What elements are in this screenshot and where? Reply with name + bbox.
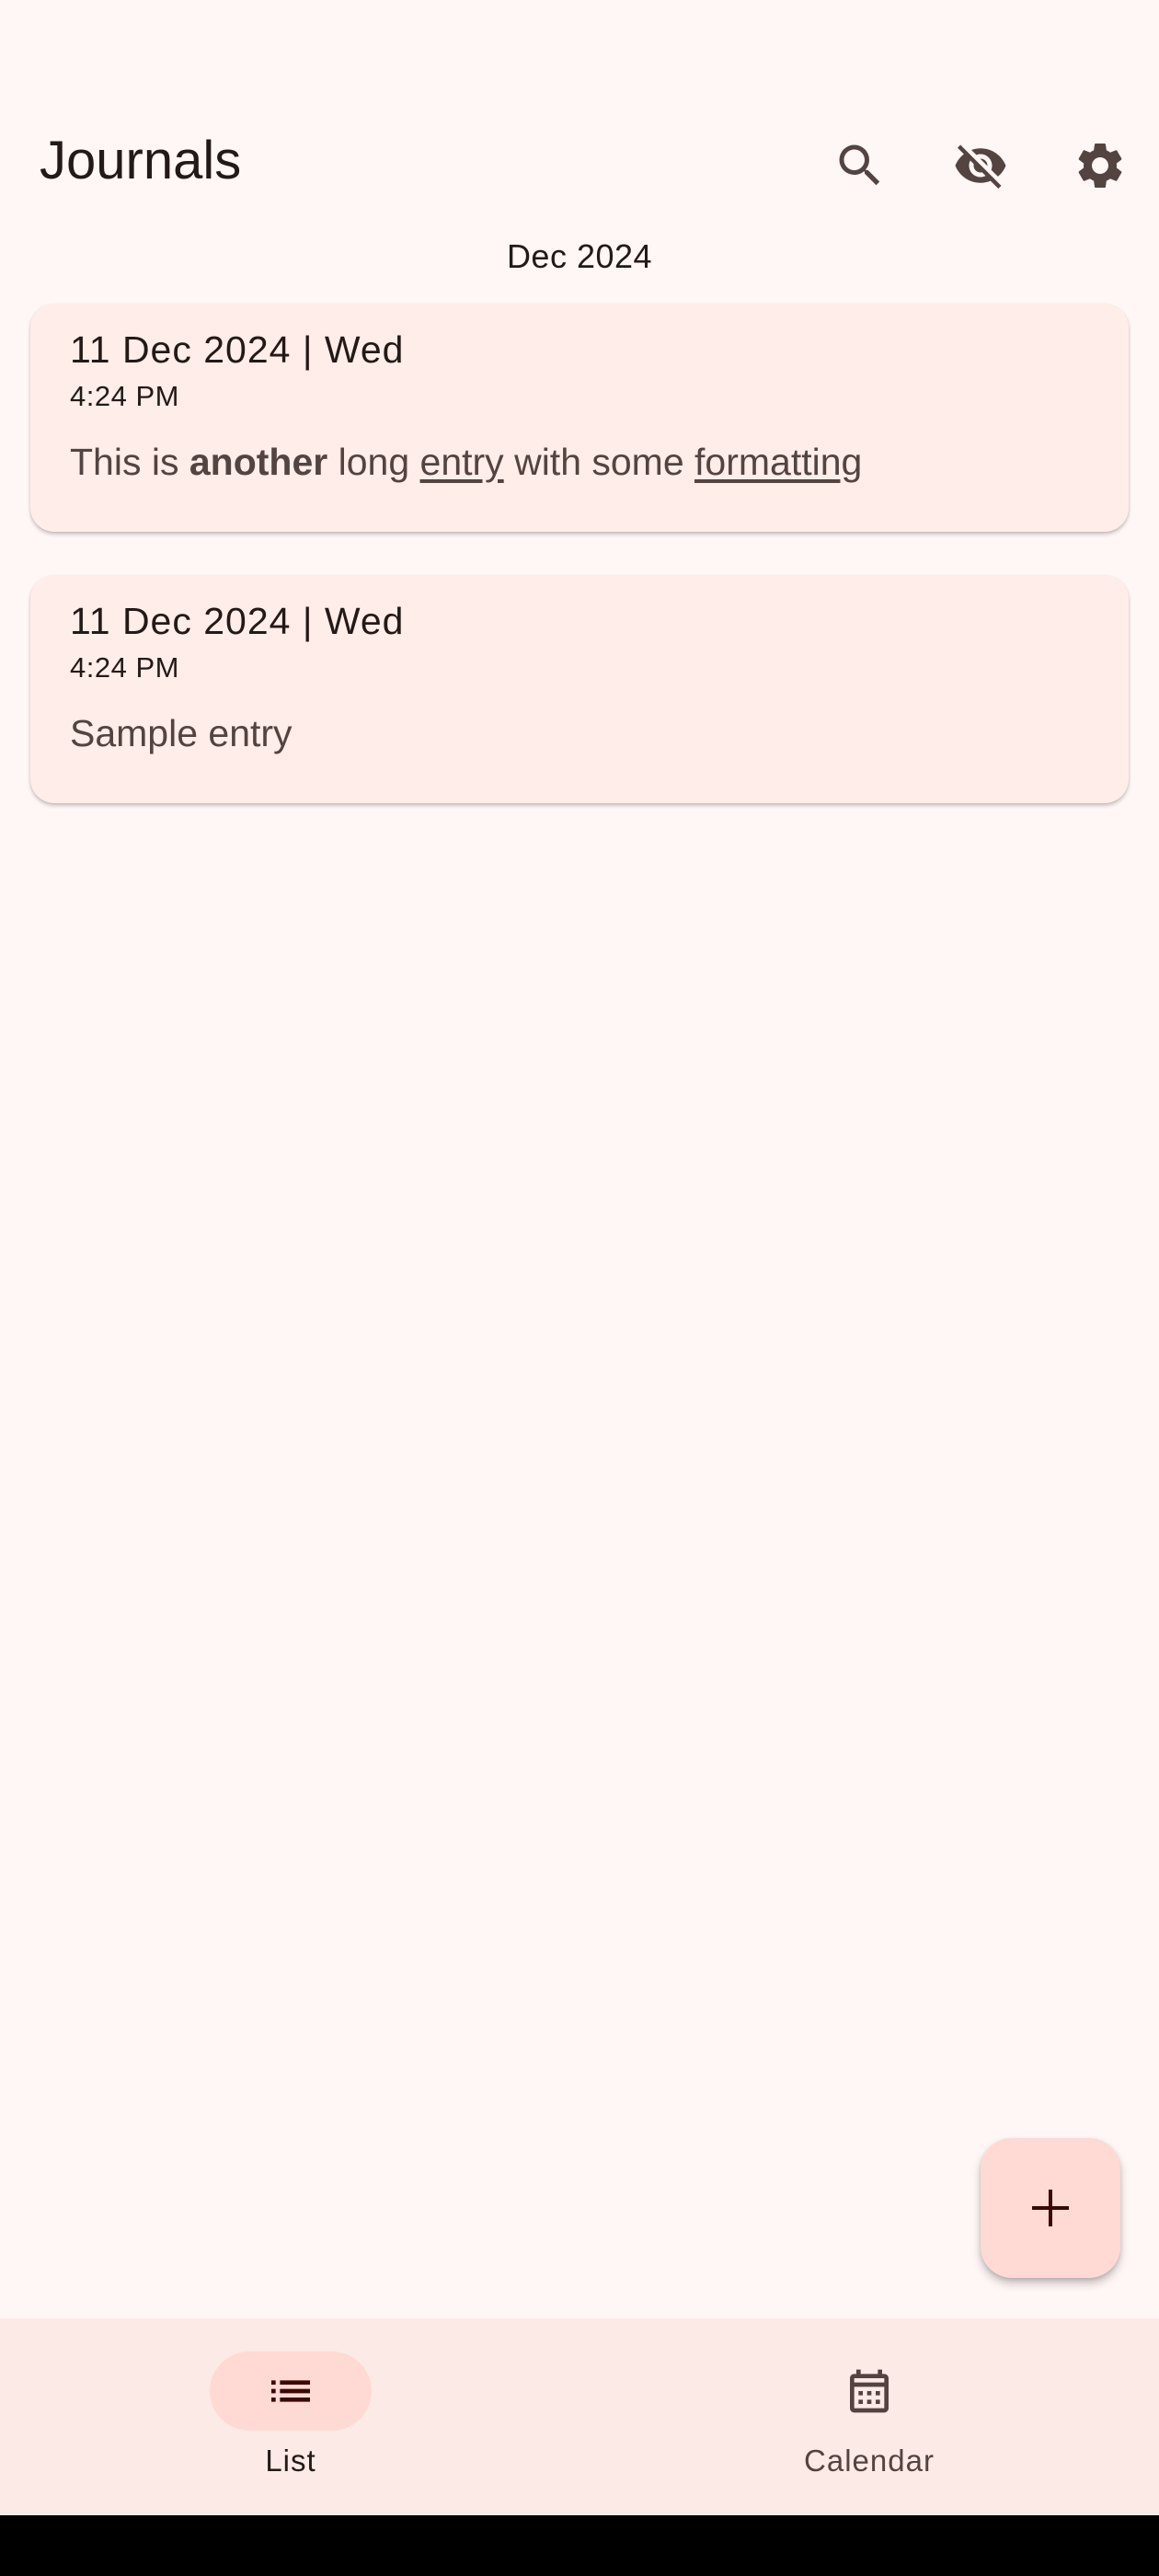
entry-text: This is	[70, 440, 189, 483]
month-section-header: Dec 2024	[506, 237, 653, 275]
add-entry-button[interactable]	[981, 2138, 1120, 2278]
hide-entries-button[interactable]	[935, 120, 1027, 212]
entry-text-bold: another	[189, 440, 328, 483]
entry-text-underlined: formatting	[694, 440, 863, 483]
nav-indicator	[210, 2352, 372, 2431]
journals-screen: Journals Dec 2024 11 Dec 2024 | Wed 4:24…	[0, 0, 1159, 2576]
entry-preview: This is another long entry with some for…	[70, 438, 1089, 487]
nav-indicator	[788, 2352, 950, 2431]
nav-item-calendar[interactable]: Calendar	[722, 2352, 1016, 2499]
settings-icon	[1078, 144, 1122, 188]
entry-date: 11 Dec 2024 | Wed	[70, 600, 405, 642]
nav-label-calendar: Calendar	[804, 2444, 935, 2478]
system-navigation-bar	[0, 2515, 1159, 2576]
entry-time: 4:24 PM	[70, 380, 179, 413]
search-button[interactable]	[814, 120, 906, 212]
entry-date: 11 Dec 2024 | Wed	[70, 328, 405, 371]
visibility-off-icon	[955, 144, 1006, 189]
nav-item-list[interactable]: List	[143, 2352, 438, 2499]
entry-text: long	[327, 440, 420, 483]
entry-time: 4:24 PM	[70, 651, 179, 684]
journal-entry-card[interactable]: 11 Dec 2024 | Wed 4:24 PM Sample entry	[30, 575, 1129, 803]
search-icon	[839, 144, 880, 186]
add-icon	[1032, 2190, 1069, 2226]
nav-label-list: List	[265, 2444, 316, 2478]
settings-button[interactable]	[1054, 120, 1146, 212]
journal-entry-card[interactable]: 11 Dec 2024 | Wed 4:24 PM This is anothe…	[30, 304, 1129, 532]
page-title: Journals	[40, 131, 242, 190]
list-icon	[271, 2380, 310, 2402]
entry-text: with some	[503, 440, 695, 483]
calendar-icon	[850, 2369, 889, 2413]
top-app-bar: Journals	[0, 101, 1159, 230]
entry-preview: Sample entry	[70, 711, 293, 754]
entry-text-underlined: entry	[419, 440, 504, 483]
bottom-navigation: List Calendar	[0, 2318, 1159, 2515]
